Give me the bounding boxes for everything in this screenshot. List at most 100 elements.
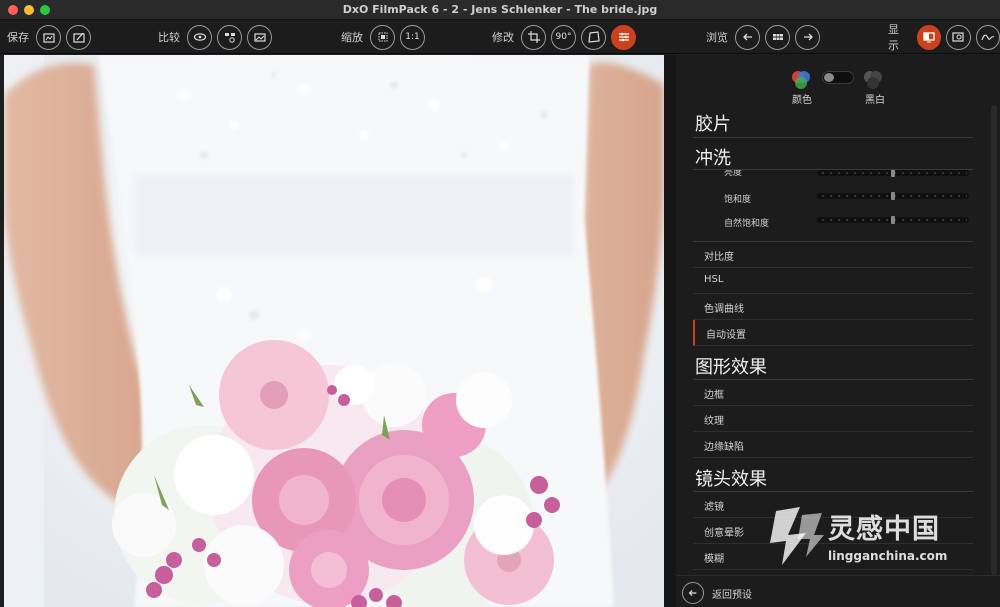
monitor-icon	[923, 32, 935, 43]
crop-icon	[527, 31, 540, 43]
section-film[interactable]: 胶片	[695, 110, 731, 136]
item-contrast[interactable]: 对比度	[693, 242, 973, 268]
item-edge-defects[interactable]: 边缘缺陷	[693, 432, 973, 458]
watermark-logo-icon	[770, 507, 824, 565]
slider-thumb[interactable]	[891, 170, 895, 177]
section-lens-effects[interactable]: 镜头效果	[695, 465, 767, 491]
panel-divider[interactable]	[664, 55, 676, 607]
watermark-url: lingganchina.com	[828, 549, 948, 563]
display-panel-button[interactable]	[916, 24, 942, 50]
compare-split-button[interactable]	[217, 24, 242, 50]
brightness-slider[interactable]	[817, 170, 969, 177]
display-label: 显示	[888, 23, 899, 52]
vibrance-slider[interactable]	[817, 216, 969, 224]
close-window-button[interactable]	[8, 5, 18, 15]
compare-side-button[interactable]	[247, 24, 272, 50]
sliders-icon	[618, 32, 629, 42]
watermark: 灵感中国 lingganchina.com	[766, 505, 981, 571]
item-label: 自动设置	[706, 330, 746, 341]
item-label: 边框	[704, 390, 724, 401]
export-edit-icon	[72, 32, 85, 43]
save-label: 保存	[7, 31, 29, 44]
window-title: DxO FilmPack 6 - 2 - Jens Schlenker - Th…	[342, 3, 658, 16]
next-image-button[interactable]	[795, 24, 820, 50]
perspective-icon	[587, 31, 600, 43]
histogram-button[interactable]	[975, 24, 1000, 50]
zoom-label: 缩放	[341, 31, 363, 44]
item-label: 对比度	[704, 252, 734, 263]
browse-group: 浏览	[706, 24, 820, 50]
save-group: 保存	[7, 24, 91, 50]
crop-button[interactable]	[521, 24, 546, 50]
arrow-right-icon	[803, 33, 813, 41]
zoom-window-button[interactable]	[40, 5, 50, 15]
item-label: 滤镜	[704, 502, 724, 513]
item-tone-curve[interactable]: 色调曲线	[693, 294, 973, 320]
brightness-label: 亮度	[724, 170, 743, 178]
item-label: 纹理	[704, 416, 724, 427]
back-to-presets-label: 返回预设	[712, 590, 752, 601]
color-mode-bar: 颜色 黑白	[676, 55, 1000, 107]
compare-group: 比较	[158, 24, 272, 50]
rotate-button[interactable]: 90°	[551, 24, 576, 50]
arrow-left-icon	[742, 33, 752, 41]
section-develop[interactable]: 冲洗	[695, 144, 731, 170]
item-auto-settings[interactable]: 自动设置	[693, 320, 973, 346]
compare-split-icon	[224, 33, 235, 43]
grid-view-button[interactable]	[765, 24, 790, 50]
minimize-window-button[interactable]	[24, 5, 34, 15]
saturation-label: 饱和度	[724, 195, 752, 205]
back-to-presets-button[interactable]: 返回预设	[676, 575, 1000, 607]
export-image-icon	[42, 33, 55, 43]
grid-icon	[772, 34, 783, 40]
item-label: 边缘缺陷	[704, 442, 744, 453]
export-image-button[interactable]	[36, 24, 61, 50]
item-frame[interactable]: 边框	[693, 380, 973, 406]
section-film-divider	[693, 137, 973, 138]
toggle-knob	[824, 73, 834, 82]
slider-thumb[interactable]	[891, 216, 895, 224]
window-controls	[8, 5, 50, 15]
bw-mode-label: 黑白	[865, 95, 885, 106]
compare-side-icon	[253, 33, 266, 42]
brightness-row-clip: 亮度	[676, 170, 1000, 180]
saturation-slider[interactable]	[817, 192, 969, 200]
item-label: 模糊	[704, 554, 724, 565]
color-bw-toggle[interactable]	[822, 71, 854, 84]
item-texture[interactable]: 纹理	[693, 406, 973, 432]
back-arrow-icon	[682, 582, 704, 604]
color-mode-label: 颜色	[792, 95, 812, 106]
item-hsl[interactable]: HSL	[693, 268, 973, 294]
zoom-group: 缩放 1:1	[341, 24, 425, 50]
title-bar: DxO FilmPack 6 - 2 - Jens Schlenker - Th…	[0, 0, 1000, 20]
toolbar: 保存 比较 缩放 1:1 修改 90° 浏览 显示	[0, 20, 1000, 54]
image-preview[interactable]	[4, 55, 664, 607]
watermark-text: 灵感中国	[828, 514, 940, 545]
color-mode-icon[interactable]	[789, 69, 813, 91]
browse-label: 浏览	[706, 31, 728, 44]
bride-photo	[4, 55, 664, 607]
edit-label: 修改	[492, 31, 514, 44]
eye-icon	[193, 33, 206, 41]
perspective-button[interactable]	[581, 24, 606, 50]
compare-label: 比较	[158, 31, 180, 44]
slider-thumb[interactable]	[891, 192, 895, 200]
display-group: 显示	[888, 23, 1000, 52]
compare-eye-button[interactable]	[187, 24, 212, 50]
previous-image-button[interactable]	[735, 24, 760, 50]
adjust-settings-button[interactable]	[611, 24, 636, 50]
loupe-button[interactable]	[946, 24, 971, 50]
loupe-icon	[952, 32, 964, 42]
item-label: HSL	[704, 274, 724, 285]
zoom-fit-button[interactable]	[370, 24, 395, 50]
item-label: 创意晕影	[704, 528, 744, 539]
zoom-100-button[interactable]: 1:1	[400, 24, 425, 50]
edit-group: 修改 90°	[492, 24, 636, 50]
histogram-icon	[981, 34, 995, 41]
fit-screen-icon	[378, 32, 387, 42]
section-graphic-effects[interactable]: 图形效果	[695, 353, 767, 379]
export-edit-button[interactable]	[66, 24, 91, 50]
bw-mode-icon[interactable]	[861, 69, 885, 91]
vibrance-label: 自然饱和度	[724, 219, 770, 229]
item-label: 色调曲线	[704, 304, 744, 315]
